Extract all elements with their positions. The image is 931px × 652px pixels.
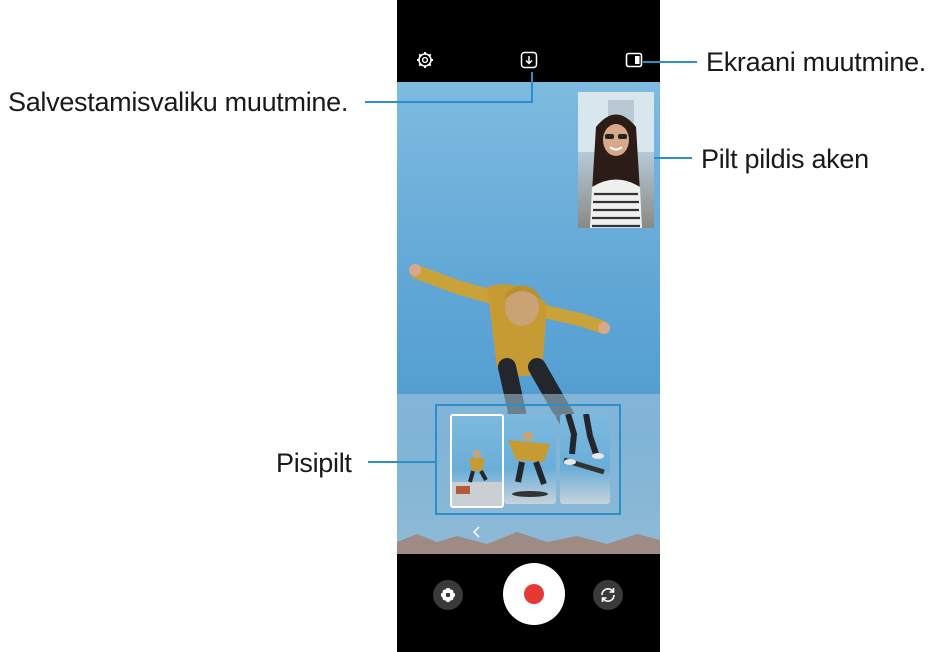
camera-top-bar bbox=[397, 0, 660, 82]
callout-line-save-option-vertical bbox=[531, 72, 533, 103]
download-icon[interactable] bbox=[519, 50, 539, 70]
callout-screen-change: Ekraani muutmine. bbox=[706, 47, 926, 77]
callout-thumbnail: Pisipilt bbox=[276, 448, 352, 478]
gear-icon[interactable] bbox=[415, 50, 435, 70]
record-button[interactable] bbox=[503, 563, 565, 625]
callout-line-pip-window bbox=[654, 157, 692, 159]
callout-line-screen-change bbox=[643, 61, 697, 63]
phone-screen bbox=[397, 0, 660, 652]
callout-line-save-option bbox=[365, 101, 533, 103]
record-icon bbox=[524, 584, 544, 604]
switch-camera-icon[interactable] bbox=[593, 580, 623, 610]
pip-window[interactable] bbox=[578, 92, 654, 228]
callout-pip-window: Pilt pildis aken bbox=[701, 144, 869, 174]
thumbnail-highlight-box bbox=[435, 404, 621, 515]
layout-icon[interactable] bbox=[624, 50, 644, 70]
camera-controls bbox=[397, 554, 660, 652]
flower-icon[interactable] bbox=[433, 580, 463, 610]
rooftops-background bbox=[397, 532, 660, 554]
callout-save-option: Salvestamisvaliku muutmine. bbox=[8, 87, 349, 117]
callout-line-thumbnail bbox=[368, 461, 435, 463]
